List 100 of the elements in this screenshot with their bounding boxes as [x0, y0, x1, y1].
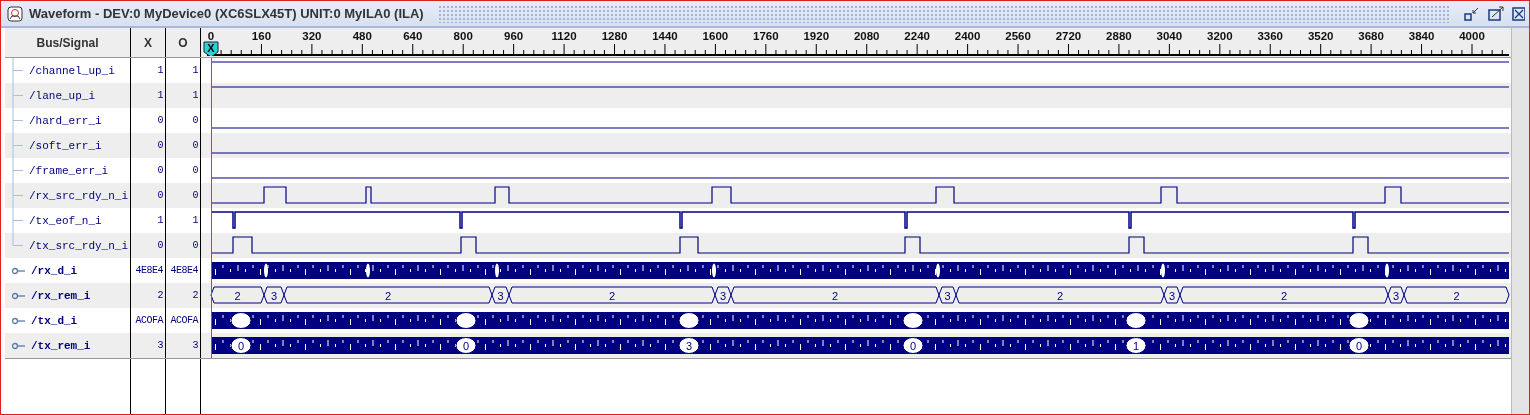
ruler-label: 800	[453, 30, 473, 42]
signal-name[interactable]: /tx_src_rdy_n_i	[29, 239, 129, 252]
signal-name[interactable]: /frame_err_i	[29, 164, 109, 177]
tree-line	[9, 58, 23, 83]
signal-value: 0	[157, 115, 163, 126]
bus-value: 3	[719, 290, 727, 302]
column-header: X	[144, 35, 152, 50]
signal-value: 0	[157, 190, 163, 201]
expand-handle-icon[interactable]	[11, 291, 25, 300]
expand-handle-icon[interactable]	[11, 341, 25, 350]
signal-name[interactable]: /tx_d_i	[31, 314, 78, 327]
signal-name[interactable]: /channel_up_i	[29, 64, 115, 77]
expand-handle-icon[interactable]	[11, 316, 25, 325]
signal-value: 0	[192, 190, 198, 201]
signal-name[interactable]: /rx_d_i	[31, 264, 78, 277]
signal-value: 1	[192, 90, 198, 101]
tree-line	[9, 133, 23, 158]
bus-value: 2	[831, 290, 839, 302]
signal-name[interactable]: /soft_err_i	[29, 139, 102, 152]
signal-name[interactable]: /rx_rem_i	[31, 289, 91, 302]
signal-value: 0	[157, 165, 163, 176]
ruler-label: 640	[403, 30, 423, 42]
tree-line	[9, 183, 23, 208]
ruler-label: 2240	[904, 30, 930, 42]
tree-line	[9, 158, 23, 183]
ruler-label: 3520	[1307, 30, 1334, 42]
ruler-label: 3840	[1408, 30, 1435, 42]
ruler-label: 3360	[1257, 30, 1284, 42]
ruler-label: 160	[251, 30, 272, 42]
ruler-label: 3040	[1156, 30, 1183, 42]
bus-value: 2	[1280, 290, 1288, 302]
bus-value: 3	[685, 340, 693, 352]
signal-value: 0	[192, 165, 198, 176]
signal-value: 2	[157, 290, 163, 301]
ruler-label: 2720	[1055, 30, 1082, 42]
ruler-label: 1280	[601, 30, 628, 42]
signal-value: 4E8E4	[170, 265, 198, 276]
restore-button[interactable]	[1463, 5, 1481, 22]
bus-value: 2	[1056, 290, 1064, 302]
signal-value: 0	[192, 140, 198, 151]
bus-value: 0	[462, 340, 470, 352]
signal-name[interactable]: /hard_err_i	[29, 114, 102, 127]
signal-value: 1	[192, 65, 198, 76]
scrollbar[interactable]	[1511, 28, 1529, 414]
signal-value: 0	[157, 140, 163, 151]
signal-value: 0	[157, 240, 163, 251]
tree-line	[9, 108, 23, 133]
ruler-label: 4000	[1459, 30, 1485, 42]
column-header: O	[178, 35, 188, 50]
bus-value: 3	[1392, 290, 1400, 302]
ruler-label: 480	[352, 30, 372, 42]
ruler-label: 1920	[803, 30, 830, 42]
ruler-label: 320	[302, 30, 322, 42]
signal-name[interactable]: /rx_src_rdy_n_i	[29, 189, 129, 202]
signal-value: 0	[192, 115, 198, 126]
ruler-label: 2080	[853, 30, 880, 42]
maximize-button[interactable]	[1487, 5, 1505, 22]
expand-handle-icon[interactable]	[11, 266, 25, 275]
bus-value: 2	[608, 290, 616, 302]
signal-name[interactable]: /tx_rem_i	[31, 339, 91, 352]
signal-value: ACOFA	[135, 315, 163, 326]
close-button[interactable]	[1511, 5, 1525, 22]
bus-value: 2	[234, 290, 241, 302]
bus-value: 2	[1453, 290, 1460, 302]
signal-value: 4E8E4	[135, 265, 163, 276]
signal-value: 1	[157, 90, 163, 101]
bus-value: 1	[1132, 340, 1140, 352]
bus-value: 0	[909, 340, 917, 352]
ruler-label: 2560	[1005, 30, 1031, 42]
signal-value: ACOFA	[170, 315, 198, 326]
bus-value: 3	[497, 290, 504, 302]
signal-value: 3	[157, 340, 163, 351]
bus-value: 0	[1355, 340, 1363, 352]
signal-name[interactable]: /lane_up_i	[29, 89, 95, 102]
ruler-label: 1440	[652, 30, 678, 42]
bus-value: 3	[944, 290, 951, 302]
signal-value: 3	[192, 340, 198, 351]
signal-value: 1	[157, 215, 163, 226]
bus-value: 2	[384, 290, 392, 302]
window-title: Waveform - DEV:0 MyDevice0 (XC6SLX45T) UNIT:0 MyILA0 (ILA)	[29, 6, 424, 21]
app-icon	[7, 5, 23, 22]
signal-name[interactable]: /tx_eof_n_i	[29, 214, 102, 227]
tree-line	[9, 83, 23, 108]
signal-value: 2	[192, 290, 198, 301]
ruler-label: 1760	[753, 30, 779, 42]
ruler-label: 2880	[1106, 30, 1132, 42]
ruler-label: 3200	[1207, 30, 1233, 42]
ruler-label: 1120	[551, 30, 577, 42]
ruler-label: 3680	[1358, 30, 1384, 42]
signal-value: 0	[192, 240, 198, 251]
ruler-label: 1600	[702, 30, 729, 42]
signal-value: 1	[192, 215, 198, 226]
ruler-label: 2400	[954, 30, 981, 42]
signal-value: 1	[157, 65, 163, 76]
cursor-marker[interactable]: X	[203, 41, 219, 56]
ruler-label: 0	[207, 30, 215, 42]
ruler-label: 960	[504, 30, 524, 42]
bus-value: 3	[1168, 290, 1176, 302]
bus-value: 0	[237, 340, 245, 352]
column-header: Bus/Signal	[36, 35, 99, 50]
